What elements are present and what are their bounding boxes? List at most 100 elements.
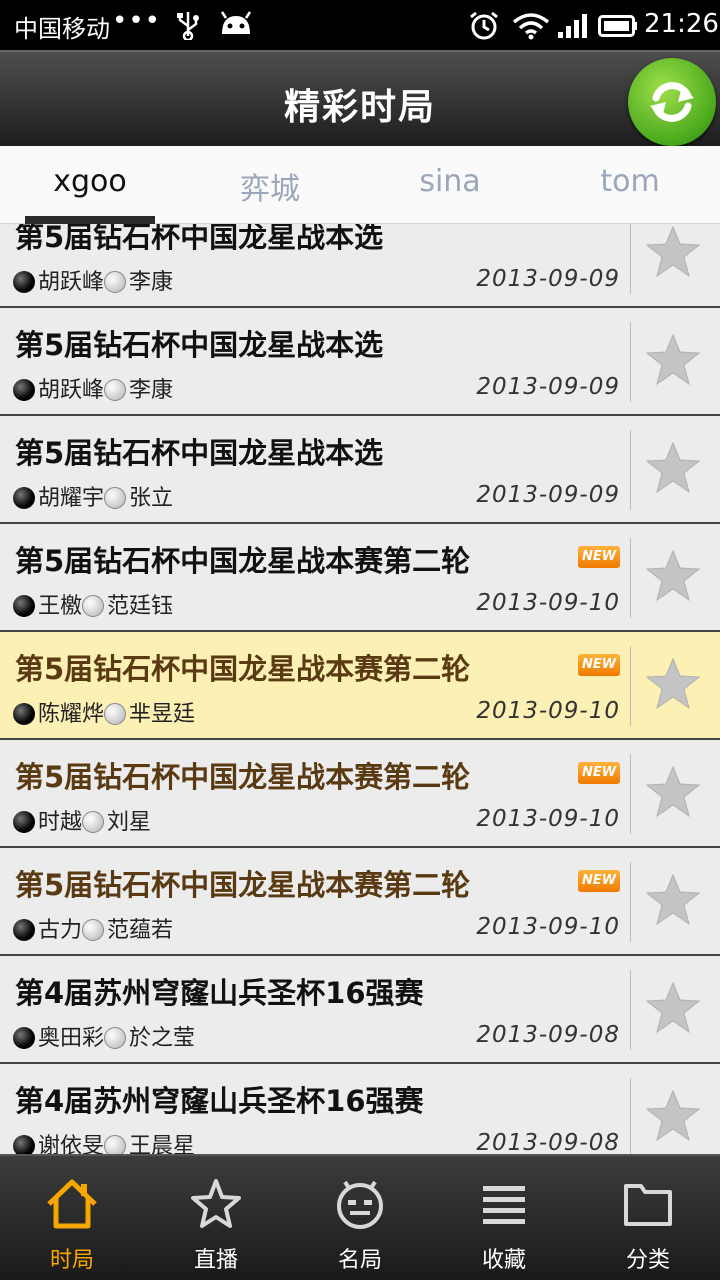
home-icon <box>47 1179 97 1229</box>
favorite-star-icon[interactable] <box>644 764 702 820</box>
title-bar: 精彩时局 <box>0 50 720 146</box>
game-title: 第5届钻石杯中国龙星战本选 <box>15 328 384 362</box>
usb-icon <box>177 12 199 40</box>
black-stone-icon <box>13 487 35 509</box>
white-stone-icon <box>104 1135 127 1154</box>
black-player: 陈耀烨 <box>38 702 105 727</box>
folder-icon <box>624 1184 672 1226</box>
white-stone-icon <box>104 379 127 401</box>
row-divider <box>630 862 631 942</box>
favorite-star-icon[interactable] <box>644 872 702 928</box>
carrier-name: 中国移动 <box>14 15 110 43</box>
game-players: 陈耀烨 芈昱廷 <box>13 696 195 728</box>
game-row[interactable]: 第4届苏州穹窿山兵圣杯16强赛谢依旻 王晨星 2013-09-08 <box>0 1062 720 1154</box>
game-title: 第5届钻石杯中国龙星战本选 <box>15 436 384 470</box>
nav-label: 名局 <box>337 1248 382 1273</box>
game-players: 王檄 范廷钰 <box>13 588 173 620</box>
source-tabs: xgoo 弈城 sina tom <box>0 146 720 224</box>
battery-icon <box>598 15 637 37</box>
game-row[interactable]: 第5届钻石杯中国龙星战本赛第二轮 时越 刘星 2013-09-10 NEW <box>0 738 720 846</box>
black-player: 奥田彩 <box>38 1026 105 1051</box>
page-title: 精彩时局 <box>283 87 436 128</box>
new-badge: NEW <box>578 870 620 892</box>
black-stone-icon <box>13 811 35 833</box>
white-player: 范廷钰 <box>107 594 174 619</box>
black-stone-icon <box>13 703 35 725</box>
nav-label: 分类 <box>625 1248 670 1273</box>
row-divider <box>630 430 631 510</box>
tab-yicheng[interactable]: 弈城 <box>180 164 360 208</box>
favorite-star-icon[interactable] <box>644 1088 702 1144</box>
white-player: 范蕴若 <box>107 918 174 943</box>
tab-tom[interactable]: tom <box>540 164 720 199</box>
game-players: 谢依旻 王晨星 <box>13 1128 195 1154</box>
white-stone-icon <box>104 703 127 725</box>
game-date: 2013-09-09 <box>476 266 620 292</box>
game-title: 第5届钻石杯中国龙星战本赛第二轮 <box>15 760 471 794</box>
white-player: 李康 <box>129 270 174 295</box>
tab-indicator <box>25 216 155 224</box>
game-players: 时越 刘星 <box>13 804 151 836</box>
game-title: 第4届苏州穹窿山兵圣杯16强赛 <box>15 1084 424 1118</box>
game-list[interactable]: 第5届钻石杯中国龙星战本选 胡跃峰 李康 2013-09-09 第5届钻石杯中国龙星战本… <box>0 224 720 1154</box>
game-date: 2013-09-08 <box>476 1130 620 1154</box>
new-badge: NEW <box>578 654 620 676</box>
favorite-star-icon[interactable] <box>644 656 702 712</box>
white-player: 张立 <box>129 486 174 511</box>
game-players: 胡耀宇 张立 <box>13 480 173 512</box>
game-row[interactable]: 第5届钻石杯中国龙星战本赛第二轮 陈耀烨 芈昱廷 2013-09-10 NEW <box>0 630 720 738</box>
favorite-star-icon[interactable] <box>644 224 702 280</box>
nav-label: 收藏 <box>481 1248 526 1273</box>
game-row[interactable]: 第5届钻石杯中国龙星战本赛第二轮 古力 范蕴若 2013-09-10 NEW <box>0 846 720 954</box>
nav-item-live[interactable]: 直播 <box>144 1156 288 1280</box>
game-title: 第5届钻石杯中国龙星战本赛第二轮 <box>15 652 471 686</box>
white-stone-icon <box>104 487 127 509</box>
new-badge: NEW <box>578 762 620 784</box>
new-badge: NEW <box>578 546 620 568</box>
nav-label: 直播 <box>193 1248 238 1273</box>
face-icon <box>337 1180 383 1229</box>
list-icon <box>483 1186 525 1224</box>
game-title: 第4届苏州穹窿山兵圣杯16强赛 <box>15 976 424 1010</box>
game-row[interactable]: 第5届钻石杯中国龙星战本选 胡跃峰 李康 2013-09-09 <box>0 306 720 414</box>
nav-item-famous[interactable]: 名局 <box>288 1156 432 1280</box>
nav-item-current[interactable]: 时局 <box>0 1156 144 1280</box>
black-stone-icon <box>13 1135 35 1154</box>
game-date: 2013-09-09 <box>476 482 620 508</box>
refresh-icon <box>650 82 694 122</box>
favorite-star-icon[interactable] <box>644 548 702 604</box>
status-bar: 中国移动 ••• 21:26 <box>0 0 720 50</box>
android-icon <box>220 11 252 34</box>
game-title: 第5届钻石杯中国龙星战本选 <box>15 224 384 254</box>
favorite-star-icon[interactable] <box>644 980 702 1036</box>
game-date: 2013-09-08 <box>476 1022 620 1048</box>
black-stone-icon <box>13 379 35 401</box>
black-stone-icon <box>13 595 35 617</box>
game-date: 2013-09-10 <box>476 806 620 832</box>
refresh-button[interactable] <box>628 58 716 146</box>
row-divider <box>630 322 631 402</box>
black-stone-icon <box>13 271 35 293</box>
alarm-icon <box>470 11 498 40</box>
favorite-star-icon[interactable] <box>644 332 702 388</box>
tab-xgoo[interactable]: xgoo <box>0 164 180 199</box>
white-player: 李康 <box>129 378 174 403</box>
favorite-star-icon[interactable] <box>644 440 702 496</box>
game-row[interactable]: 第5届钻石杯中国龙星战本赛第二轮 王檄 范廷钰 2013-09-10 NEW <box>0 522 720 630</box>
star-icon <box>191 1179 241 1228</box>
game-row[interactable]: 第5届钻石杯中国龙星战本选 胡耀宇 张立 2013-09-09 <box>0 414 720 522</box>
game-date: 2013-09-10 <box>476 914 620 940</box>
clock: 21:26 <box>644 9 719 39</box>
game-date: 2013-09-09 <box>476 374 620 400</box>
row-divider <box>630 1078 631 1154</box>
black-player: 胡跃峰 <box>38 270 105 295</box>
white-stone-icon <box>82 595 105 617</box>
row-divider <box>630 646 631 726</box>
tab-sina[interactable]: sina <box>360 164 540 199</box>
nav-item-categories[interactable]: 分类 <box>576 1156 720 1280</box>
game-row[interactable]: 第5届钻石杯中国龙星战本选胡跃峰 李康 2013-09-09 <box>0 224 720 306</box>
black-stone-icon <box>13 919 35 941</box>
white-stone-icon <box>104 271 127 293</box>
nav-item-favorites[interactable]: 收藏 <box>432 1156 576 1280</box>
game-row[interactable]: 第4届苏州穹窿山兵圣杯16强赛 奥田彩 於之莹 2013-09-08 <box>0 954 720 1062</box>
